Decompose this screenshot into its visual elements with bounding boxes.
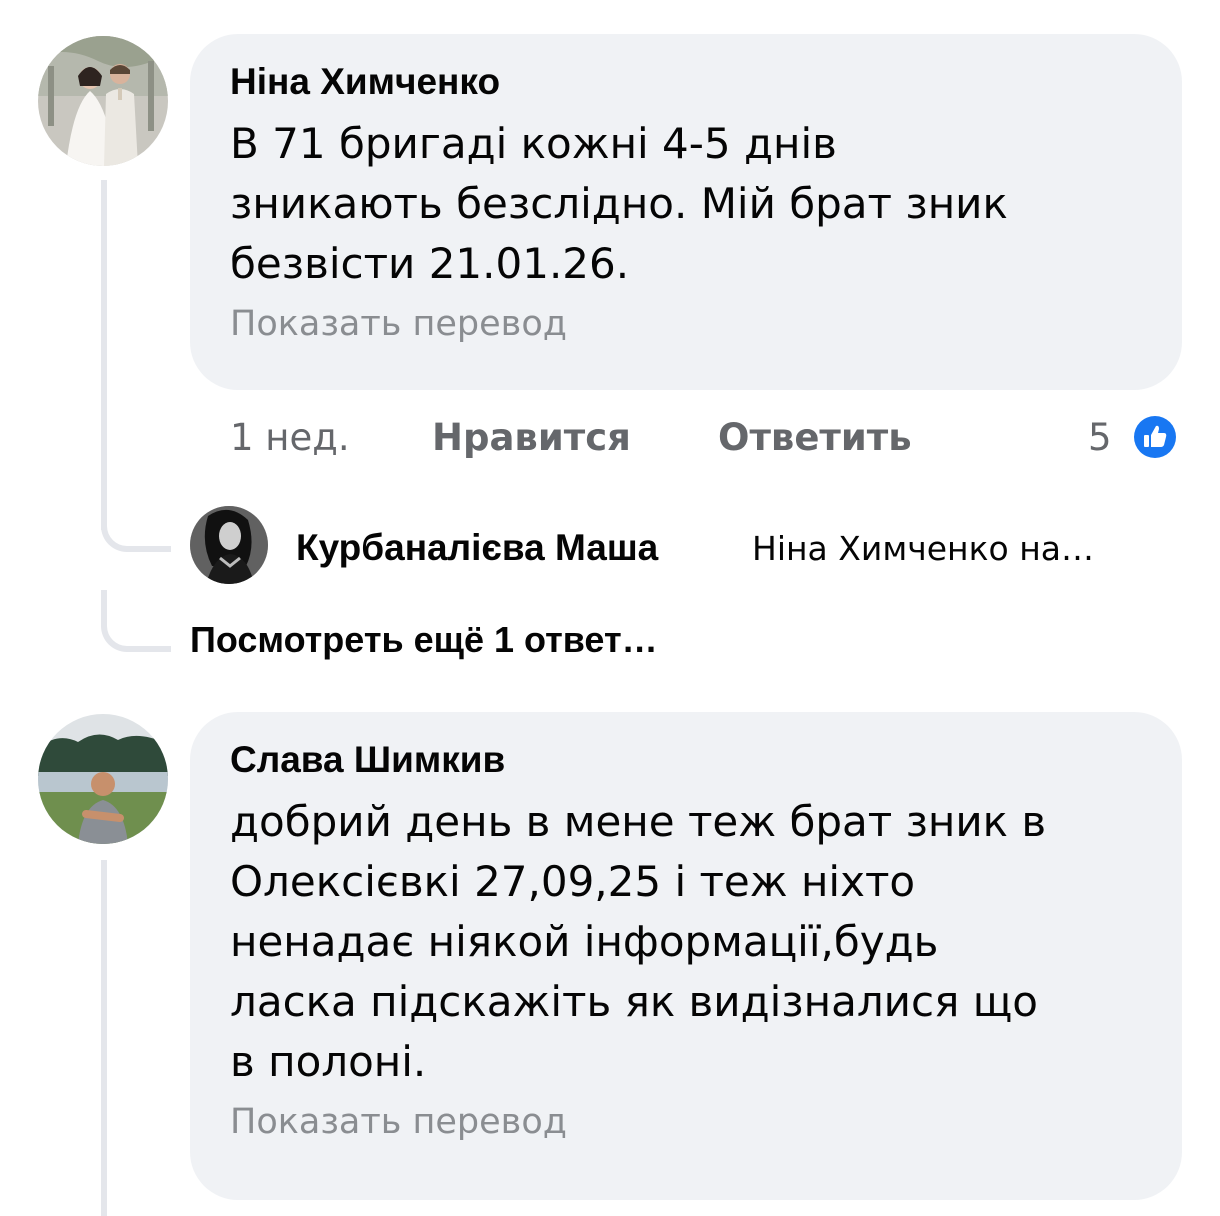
thread-line-second [101,860,107,1216]
reply-snippet[interactable]: Ніна Химченко на… [752,527,1094,571]
woman-portrait-photo-icon [190,506,268,584]
comment-author[interactable]: Слава Шимкив [230,738,1142,782]
comment-bubble-slava: Слава Шимкив добрий день в мене теж брат… [190,712,1182,1200]
view-more-replies-link[interactable]: Посмотреть ещё 1 ответ… [190,618,658,662]
comment-text: В 71 бригаді кожні 4-5 днів зникають без… [230,119,1008,288]
thread-line-main [101,180,107,530]
wedding-couple-photo-icon [38,36,168,166]
show-translation-link[interactable]: Показать перевод [230,1098,1142,1146]
reply-author[interactable]: Курбаналієва Маша [296,526,658,570]
avatar-nina[interactable] [38,36,168,166]
comment-author[interactable]: Ніна Химченко [230,60,1142,104]
comment-text: добрий день в мене теж брат зник в Олекс… [230,797,1047,1086]
avatar-masha[interactable] [190,506,268,584]
reaction-count[interactable]: 5 [1088,416,1112,460]
like-icon[interactable] [1130,412,1180,462]
like-button[interactable]: Нравится [432,416,631,460]
comment-bubble-nina: Ніна Химченко В 71 бригаді кожні 4-5 дні… [190,34,1182,390]
man-by-lake-photo-icon [38,714,168,844]
thread-curve-more [101,590,171,652]
thread-curve-reply [101,500,171,552]
show-translation-link[interactable]: Показать перевод [230,300,1142,348]
reply-button[interactable]: Ответить [718,416,912,460]
avatar-slava[interactable] [38,714,168,844]
comment-timestamp[interactable]: 1 нед. [230,416,350,460]
